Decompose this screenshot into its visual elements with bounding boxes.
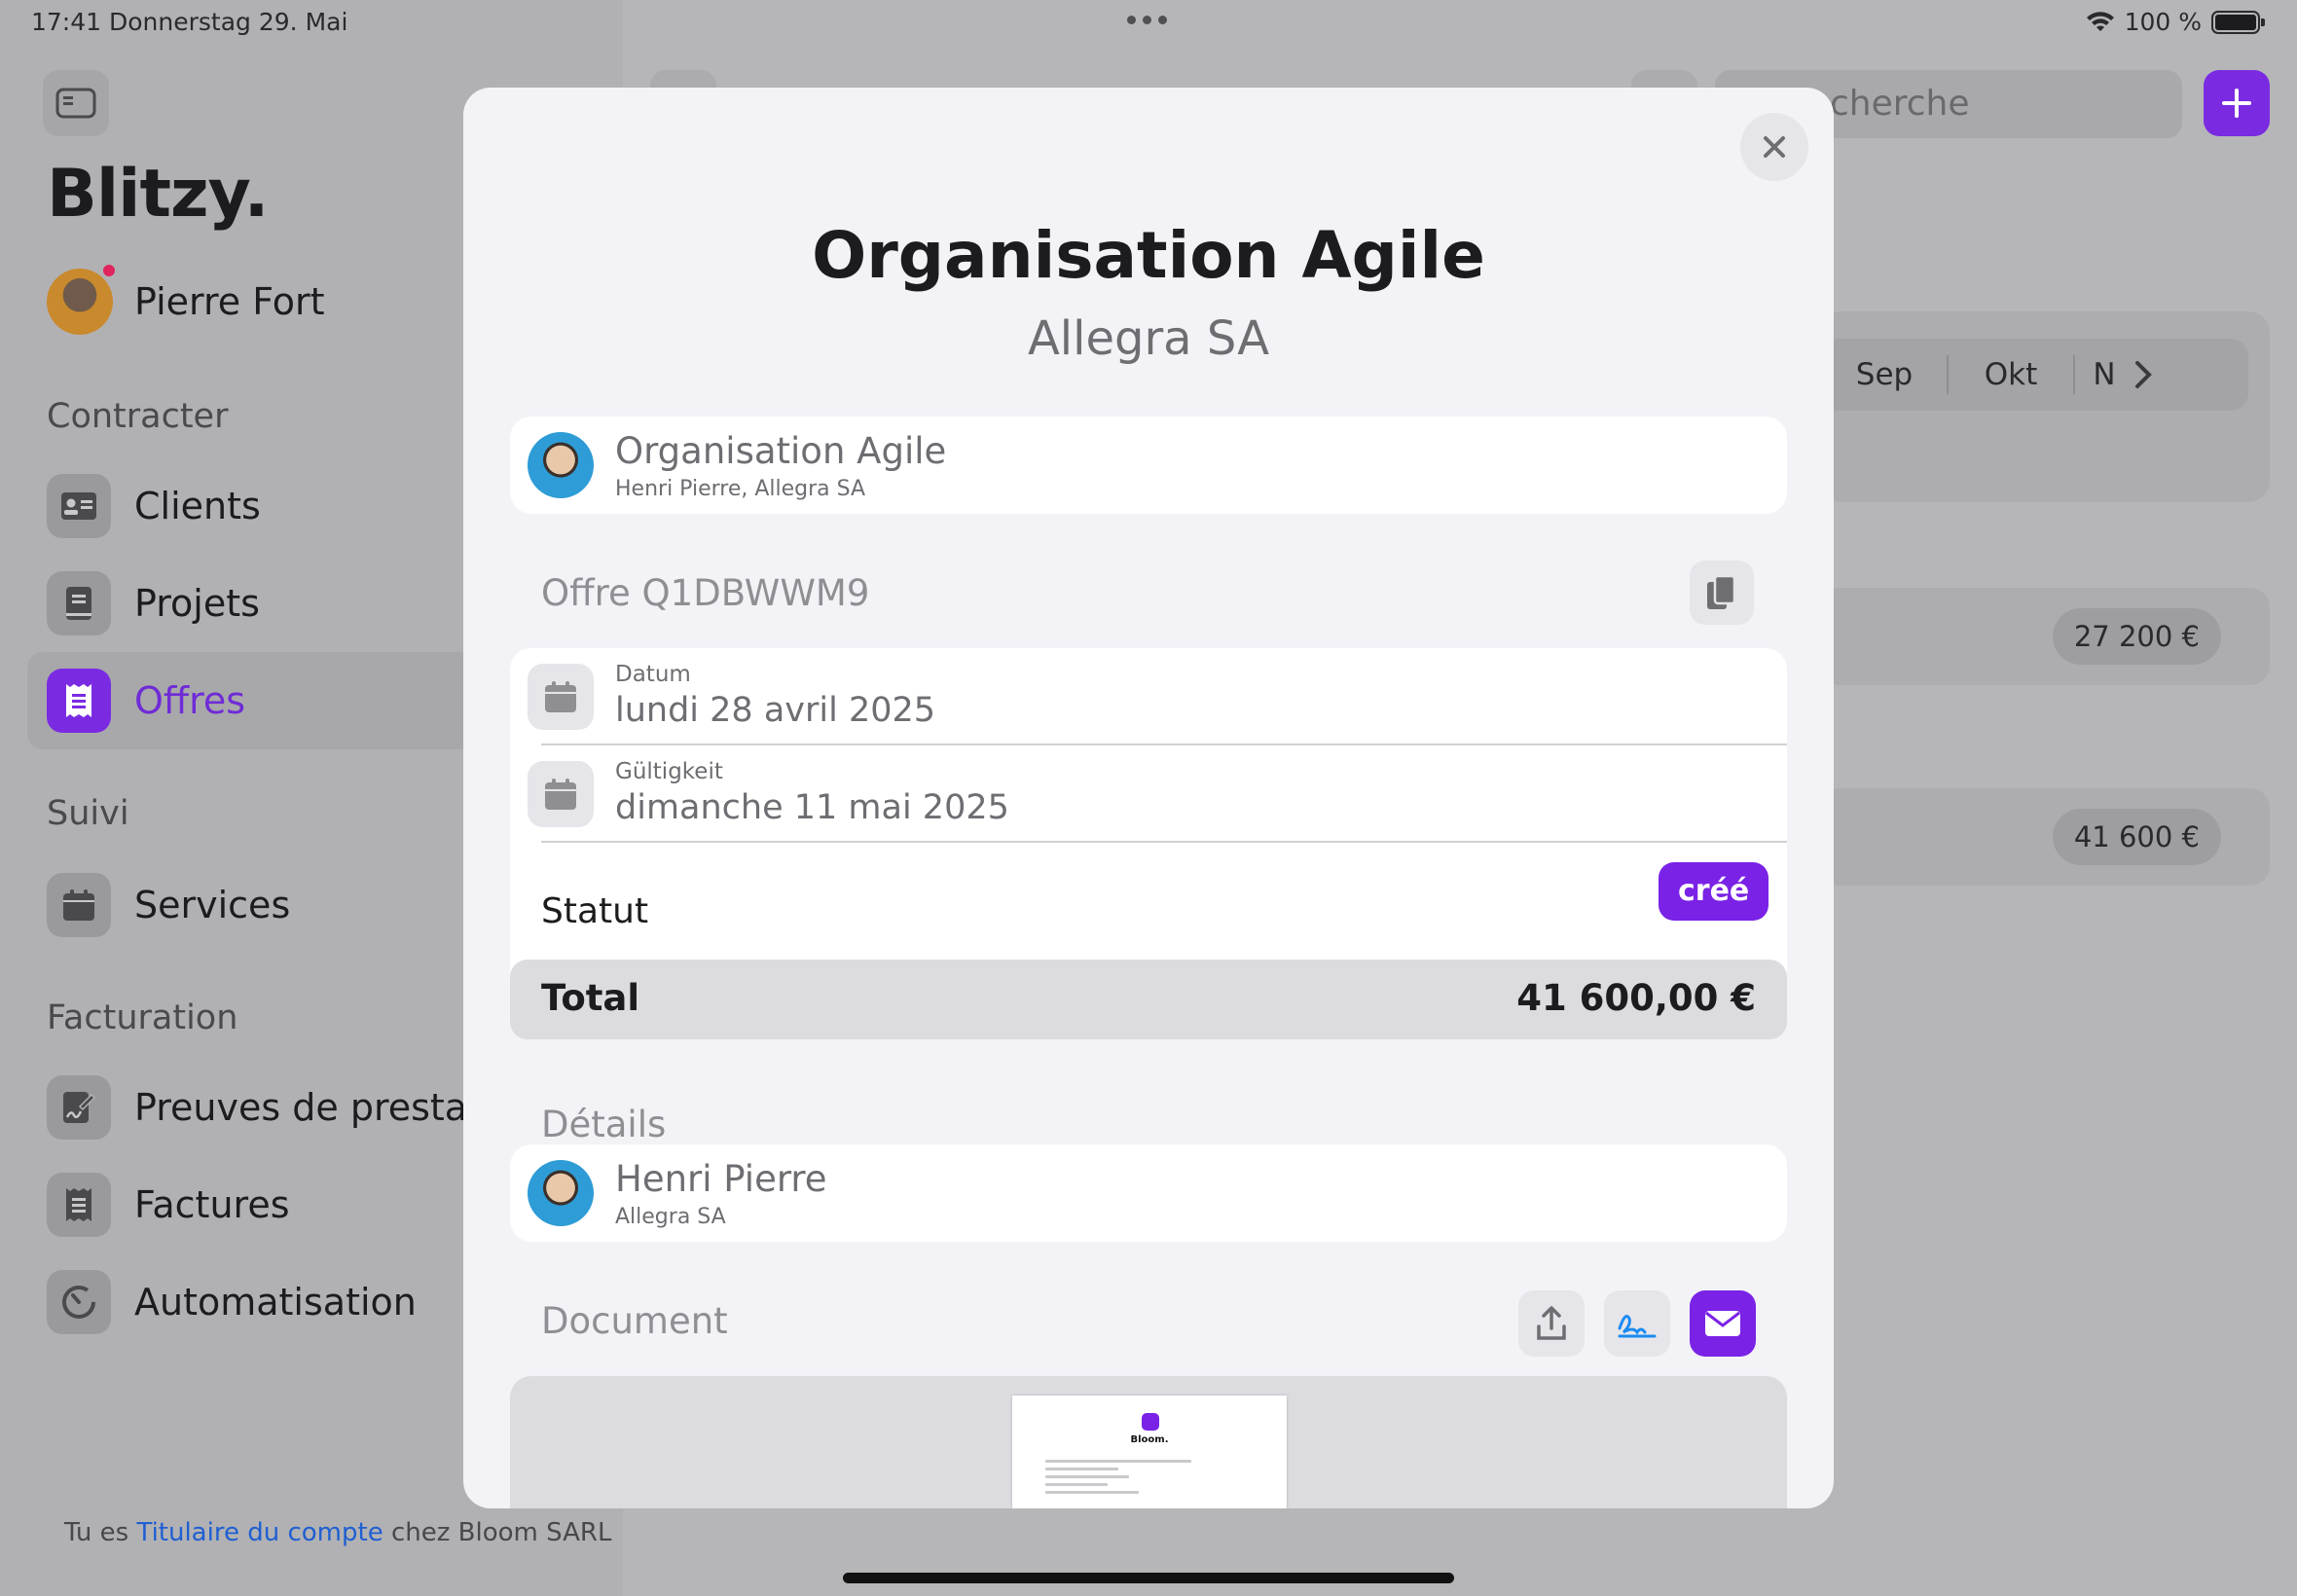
user-profile[interactable]: Pierre Fort	[47, 263, 325, 335]
divider	[541, 841, 1787, 843]
account-note-prefix: Tu es	[64, 1518, 137, 1547]
sidebar-item-label: Projets	[134, 582, 260, 625]
avatar	[528, 432, 594, 498]
calendar-icon	[528, 761, 594, 827]
calendar-icon	[528, 664, 594, 730]
wifi-icon	[2086, 11, 2114, 31]
user-name: Pierre Fort	[134, 280, 325, 323]
timer-icon	[47, 1270, 111, 1334]
document-label: Document	[541, 1300, 728, 1342]
bloom-logo-icon	[1142, 1413, 1159, 1431]
app-brand: Blitzy.	[47, 156, 269, 233]
document-preview[interactable]: Bloom.	[1012, 1396, 1287, 1508]
account-role-link[interactable]: Titulaire du compte	[136, 1518, 383, 1547]
notification-dot	[101, 263, 117, 278]
receipt-icon	[47, 669, 111, 733]
date-value[interactable]: lundi 28 avril 2025	[615, 691, 935, 730]
date-label: Datum	[615, 662, 691, 687]
sidebar-item-label: Offres	[134, 679, 246, 722]
validity-label: Gültigkeit	[615, 759, 723, 784]
project-subtitle: Henri Pierre, Allegra SA	[615, 477, 866, 501]
sidebar-item-label: Clients	[134, 485, 261, 527]
month-selector[interactable]: Sep Okt N	[1820, 339, 2248, 411]
contact-name: Henri Pierre	[615, 1158, 827, 1200]
battery-icon	[2211, 10, 2265, 34]
book-icon	[47, 571, 111, 635]
status-time: 17:41	[31, 8, 102, 36]
avatar	[47, 263, 117, 335]
offer-detail-sheet: Organisation Agile Allegra SA Organisati…	[463, 88, 1834, 1508]
contact-card[interactable]: Henri Pierre Allegra SA	[510, 1144, 1787, 1242]
calendar-icon	[47, 873, 111, 937]
share-button[interactable]	[1518, 1290, 1585, 1357]
document-text-lines	[1045, 1460, 1254, 1499]
contact-company: Allegra SA	[615, 1205, 726, 1229]
close-icon	[1764, 136, 1785, 158]
receipt-icon	[47, 1173, 111, 1237]
sheet-title: Organisation Agile	[812, 218, 1485, 293]
offer-row[interactable]: 41 600 €	[1820, 788, 2270, 886]
contact-card-icon	[47, 474, 111, 538]
amount-badge: 41 600 €	[2052, 809, 2221, 865]
project-title: Organisation Agile	[615, 430, 947, 472]
divider	[541, 744, 1787, 745]
sidebar-item-label: Preuves de prestatio	[134, 1086, 515, 1129]
account-note: Tu es Titulaire du compte chez Bloom SAR…	[64, 1518, 611, 1547]
share-icon	[1537, 1306, 1566, 1340]
sheet-subtitle: Allegra SA	[1027, 311, 1270, 366]
total-label: Total	[541, 977, 640, 1019]
copy-icon	[1707, 574, 1736, 609]
validity-value[interactable]: dimanche 11 mai 2025	[615, 788, 1009, 827]
status-date: Donnerstag 29. Mai	[109, 8, 348, 36]
avatar	[528, 1160, 594, 1226]
battery-percent: 100 %	[2124, 8, 2202, 36]
plus-icon	[2222, 89, 2251, 118]
month-sep[interactable]: Sep	[1822, 357, 1947, 392]
section-title-suivi: Suivi	[47, 794, 129, 833]
sidebar-item-label: Factures	[134, 1183, 290, 1226]
status-badge[interactable]: créé	[1659, 862, 1769, 921]
chevron-right-icon[interactable]	[2133, 359, 2153, 390]
details-label: Détails	[541, 1104, 667, 1145]
sidebar-item-label: Services	[134, 884, 291, 926]
close-button[interactable]	[1740, 113, 1808, 181]
sidebar-toggle-button[interactable]	[43, 70, 109, 136]
offer-row[interactable]: 27 200 €	[1820, 588, 2270, 685]
add-button[interactable]	[2204, 70, 2270, 136]
sidebar-item-label: Automatisation	[134, 1281, 417, 1324]
offer-number: Offre Q1DBWWM9	[541, 572, 870, 614]
account-note-suffix: chez Bloom SARL	[383, 1518, 612, 1547]
total-row: Total 41 600,00 €	[510, 960, 1787, 1039]
sidebar-icon	[55, 88, 96, 119]
status-bar: 17:41 Donnerstag 29. Mai 100 %	[0, 0, 2297, 47]
email-button[interactable]	[1690, 1290, 1756, 1357]
project-card[interactable]: Organisation Agile Henri Pierre, Allegra…	[510, 417, 1787, 514]
section-title-contracter: Contracter	[47, 397, 229, 436]
signature-icon	[1618, 1315, 1657, 1338]
envelope-icon	[1705, 1311, 1740, 1336]
signature-doc-icon	[47, 1075, 111, 1140]
copy-button[interactable]	[1690, 561, 1754, 625]
status-label: Statut	[541, 891, 649, 931]
amount-badge: 27 200 €	[2052, 608, 2221, 665]
document-brand: Bloom.	[1130, 1434, 1169, 1445]
month-nov[interactable]: N	[2075, 357, 2133, 392]
month-okt[interactable]: Okt	[1949, 357, 2073, 392]
total-value: 41 600,00 €	[1516, 977, 1756, 1019]
section-title-facturation: Facturation	[47, 998, 238, 1037]
sign-button[interactable]	[1604, 1290, 1670, 1357]
home-indicator[interactable]	[843, 1573, 1454, 1583]
multitasking-dots-icon[interactable]	[1127, 16, 1167, 24]
